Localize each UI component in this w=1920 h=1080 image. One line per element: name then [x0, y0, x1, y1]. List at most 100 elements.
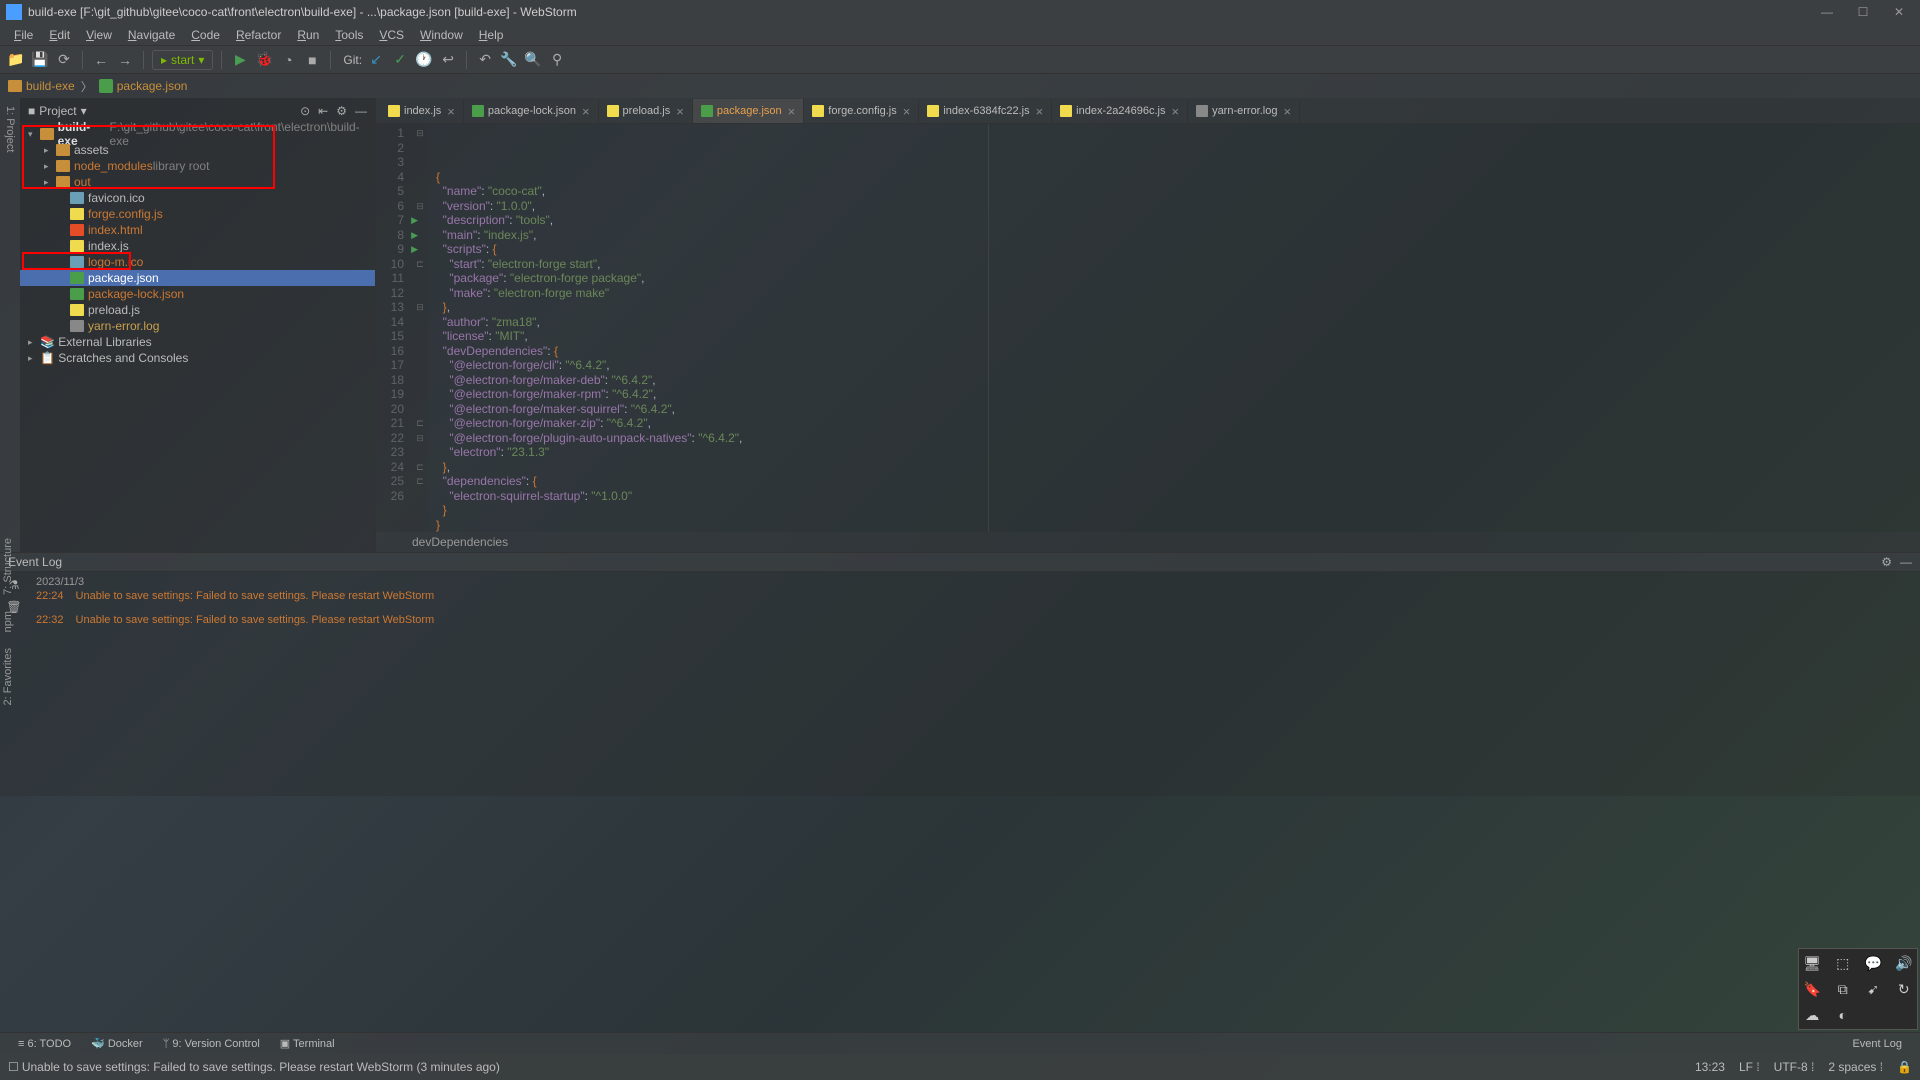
nav-breadcrumb: build-exe 〉 package.json [0, 74, 1920, 98]
event-log-hide-icon[interactable]: — [1900, 555, 1912, 569]
tree-item[interactable]: favicon.ico [20, 190, 375, 206]
gear-icon[interactable]: ⚙ [336, 104, 347, 118]
tree-item[interactable]: package.json [20, 270, 375, 286]
menu-code[interactable]: Code [183, 28, 228, 42]
tree-item[interactable]: index.js [20, 238, 375, 254]
tray-icon-9[interactable]: ☁ [1803, 1005, 1822, 1025]
undo-icon[interactable]: ↶ [475, 50, 495, 70]
event-log-button[interactable]: Event Log [1842, 1038, 1912, 1050]
tree-item[interactable]: ▾build-exe F:\git_github\gitee\coco-cat\… [20, 126, 375, 142]
tree-item[interactable]: logo-m.ico [20, 254, 375, 270]
status-message: Unable to save settings: Failed to save … [22, 1060, 1695, 1074]
menu-help[interactable]: Help [471, 28, 512, 42]
git-commit-icon[interactable]: ✓ [390, 50, 410, 70]
tree-item[interactable]: ▸assets [20, 142, 375, 158]
back-icon[interactable]: ← [91, 50, 111, 70]
refresh-icon[interactable]: ⟳ [54, 50, 74, 70]
tree-item[interactable]: ▸node_modules library root [20, 158, 375, 174]
menu-view[interactable]: View [78, 28, 120, 42]
run-config-selector[interactable]: ▸ start ▾ [152, 50, 213, 70]
editor-body[interactable]: 1234567▶8▶9▶1011121314151617181920212223… [376, 124, 1920, 532]
tab-index-6384fc22.js[interactable]: index-6384fc22.js× [919, 99, 1052, 123]
save-icon[interactable]: 💾 [30, 50, 50, 70]
forward-icon[interactable]: → [115, 50, 135, 70]
menu-vcs[interactable]: VCS [371, 28, 412, 42]
left-toolwindow-2: Favorites[interactable]: 2: Favorites [0, 640, 16, 713]
toolwindow-button[interactable]: 🐳 Docker [81, 1037, 153, 1050]
log-entry[interactable]: 22:24Unable to save settings: Failed to … [36, 590, 1912, 602]
settings-icon[interactable]: 🔧 [499, 50, 519, 70]
tray-icon-7[interactable]: ➹ [1864, 979, 1883, 999]
coverage-icon[interactable]: ◔ [278, 50, 298, 70]
tray-icon-10[interactable]: ◐ [1834, 1005, 1853, 1025]
tray-icon-6[interactable]: ⧉ [1834, 979, 1853, 999]
tray-icon-2[interactable]: ⬚ [1834, 953, 1853, 973]
toolwindow-button[interactable]: ᛘ 9: Version Control [153, 1038, 270, 1050]
left-toolwindow-npm[interactable]: npm [0, 603, 16, 640]
tab-index-2a24696c.js[interactable]: index-2a24696c.js× [1052, 99, 1188, 123]
open-icon[interactable]: 📁 [6, 50, 26, 70]
project-tree[interactable]: ▾build-exe F:\git_github\gitee\coco-cat\… [20, 124, 375, 368]
line-separator[interactable]: LF ⁞ [1739, 1060, 1760, 1074]
tray-icon-4[interactable]: 🔊 [1895, 953, 1914, 973]
fold-gutter[interactable]: ⊟⊟⊏⊟⊏⊟⊏⊏ [412, 124, 428, 532]
tab-package.json[interactable]: package.json× [693, 99, 804, 123]
menu-tools[interactable]: Tools [327, 28, 371, 42]
toolwindow-button[interactable]: ≡ 6: TODO [8, 1038, 81, 1050]
caret-position[interactable]: 13:23 [1695, 1060, 1725, 1074]
breadcrumb-file[interactable]: package.json [99, 79, 188, 93]
tab-preload.js[interactable]: preload.js× [599, 99, 693, 123]
tab-package-lock.json[interactable]: package-lock.json× [464, 99, 599, 123]
project-panel-title[interactable]: ■ Project ▾ [28, 104, 300, 118]
git-revert-icon[interactable]: ↩ [438, 50, 458, 70]
git-history-icon[interactable]: 🕐 [414, 50, 434, 70]
tray-icon-3[interactable]: 💬 [1864, 953, 1883, 973]
run-icon[interactable]: ▶ [230, 50, 250, 70]
menu-navigate[interactable]: Navigate [120, 28, 183, 42]
menu-edit[interactable]: Edit [41, 28, 78, 42]
status-icon[interactable]: ☐ [8, 1060, 19, 1074]
collapse-icon[interactable]: ⇤ [318, 104, 328, 118]
stop-icon[interactable]: ■ [302, 50, 322, 70]
close-button[interactable]: ✕ [1884, 5, 1914, 19]
locate-icon[interactable]: ⊙ [300, 104, 310, 118]
log-date: 2023/11/3 [36, 576, 1912, 588]
tree-item[interactable]: preload.js [20, 302, 375, 318]
search-icon[interactable]: 🔍 [523, 50, 543, 70]
tree-item[interactable]: package-lock.json [20, 286, 375, 302]
tray-icon-8[interactable]: ↻ [1895, 979, 1914, 999]
code-content[interactable]: { "name": "coco-cat", "version": "1.0.0"… [428, 124, 1920, 532]
tray-icon-1[interactable]: 🖥 [1803, 953, 1822, 973]
encoding[interactable]: UTF-8 ⁞ [1774, 1060, 1815, 1074]
code-breadcrumb[interactable]: devDependencies [376, 532, 1920, 552]
left-toolwindow-7: Structure[interactable]: 7: Structure [0, 530, 16, 603]
left-toolwindow-bar[interactable]: 1: Project [0, 98, 20, 552]
lock-icon[interactable]: 🔒 [1897, 1060, 1912, 1074]
event-log-gear-icon[interactable]: ⚙ [1881, 555, 1892, 569]
git-update-icon[interactable]: ↙ [366, 50, 386, 70]
tray-icon-5[interactable]: 🔖 [1803, 979, 1822, 999]
debug-icon[interactable]: 🐞 [254, 50, 274, 70]
tree-item[interactable]: yarn-error.log [20, 318, 375, 334]
tree-item[interactable]: ▸out [20, 174, 375, 190]
tab-yarn-error.log[interactable]: yarn-error.log× [1188, 99, 1300, 123]
menu-refactor[interactable]: Refactor [228, 28, 289, 42]
maximize-button[interactable]: ☐ [1848, 5, 1878, 19]
tab-forge.config.js[interactable]: forge.config.js× [804, 99, 919, 123]
tab-index.js[interactable]: index.js× [380, 99, 464, 123]
tree-item[interactable]: ▸📋 Scratches and Consoles [20, 350, 375, 366]
tree-item[interactable]: forge.config.js [20, 206, 375, 222]
menu-window[interactable]: Window [412, 28, 471, 42]
tree-item[interactable]: ▸📚 External Libraries [20, 334, 375, 350]
tree-item[interactable]: index.html [20, 222, 375, 238]
toolwindow-button[interactable]: ▣ Terminal [270, 1037, 345, 1050]
menu-file[interactable]: File [6, 28, 41, 42]
breadcrumb-root[interactable]: build-exe [8, 79, 75, 93]
editor-tabs: index.js×package-lock.json×preload.js×pa… [376, 98, 1920, 124]
find-icon[interactable]: ⚲ [547, 50, 567, 70]
menu-run[interactable]: Run [289, 28, 327, 42]
indent[interactable]: 2 spaces ⁞ [1828, 1060, 1883, 1074]
log-entry[interactable]: 22:32Unable to save settings: Failed to … [36, 614, 1912, 626]
minimize-button[interactable]: — [1812, 5, 1842, 19]
hide-icon[interactable]: — [355, 104, 367, 118]
